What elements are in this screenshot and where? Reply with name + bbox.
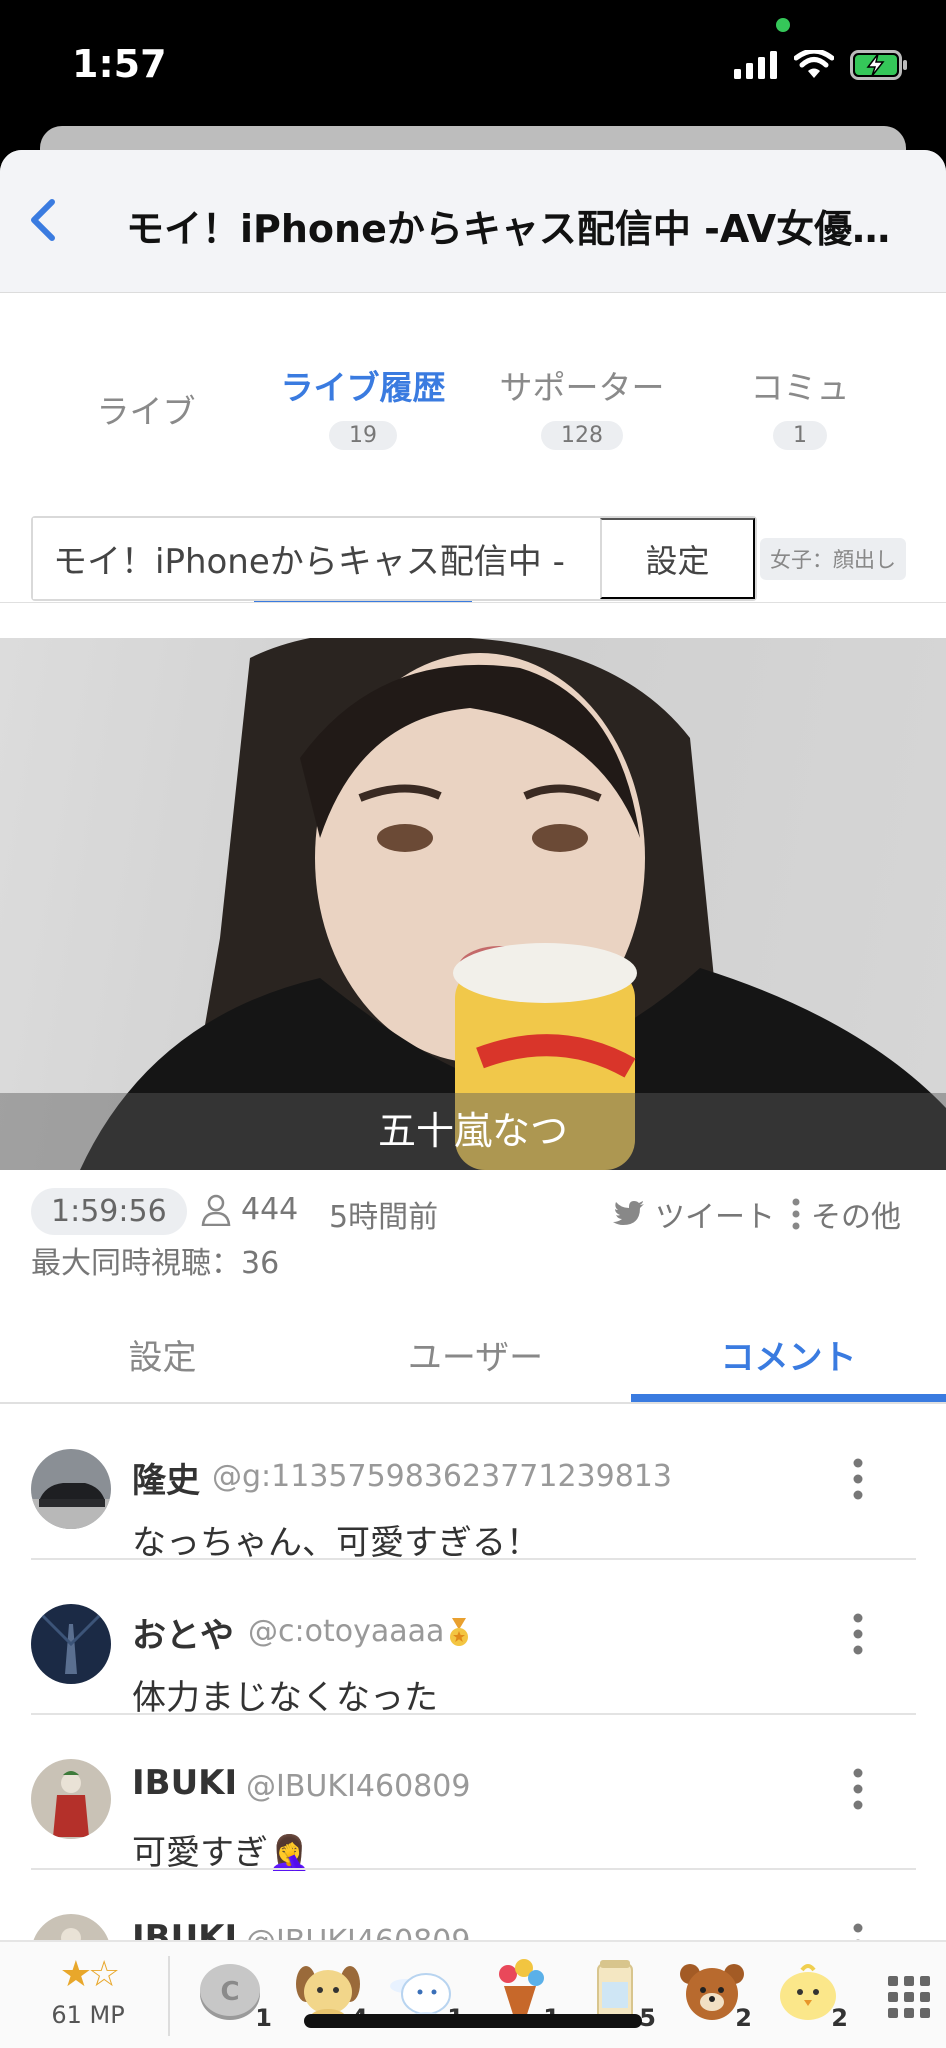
time-ago: 5時間前	[329, 1200, 439, 1235]
comment-item: おとや @c:otoyaaaa 体力まじなくなった	[0, 1560, 946, 1718]
back-chevron-icon[interactable]	[18, 190, 68, 250]
comment-author[interactable]: 隆史	[132, 1453, 200, 1502]
status-time: 1:57	[72, 42, 167, 86]
twitter-bird-icon	[613, 1201, 644, 1225]
vertical-dots-icon	[792, 1198, 800, 1230]
broadcast-title-row: 設定	[31, 516, 757, 601]
status-bar: 1:57	[0, 0, 946, 130]
comment-item: 隆史 @g:113575983623771239813 なっちゃん、可愛すぎる！	[0, 1405, 946, 1563]
comment-menu-icon[interactable]	[840, 1610, 876, 1660]
comment-text: なっちゃん、可愛すぎる！	[132, 1523, 540, 1563]
comment-handle: @IBUKI460809	[246, 1769, 471, 1804]
tab-live-history[interactable]: ライブ履歴 19	[253, 361, 473, 450]
tab-label: ライブ履歴	[280, 368, 446, 407]
tab-count-badge: 19	[329, 421, 397, 450]
nav-bar: モイ！iPhoneからキャス配信中 -AV女優…	[0, 150, 946, 293]
video-thumbnail[interactable]: 五十嵐なつ	[0, 638, 946, 1170]
comment-text: 体力まじなくなった	[132, 1678, 438, 1718]
home-indicator[interactable]	[304, 2014, 642, 2028]
divider	[0, 1402, 946, 1404]
comment-menu-icon[interactable]	[840, 1765, 876, 1815]
tab-label: コミュ	[750, 368, 850, 407]
broadcast-title-input[interactable]	[33, 518, 600, 599]
camera-indicator-icon	[776, 18, 790, 32]
comment-menu-icon[interactable]	[840, 1455, 876, 1505]
avatar[interactable]	[31, 1759, 111, 1839]
max-concurrent-viewers: 最大同時視聴：36	[31, 1246, 280, 1281]
subtab-active-indicator	[631, 1394, 946, 1402]
status-icons	[734, 50, 908, 80]
divider	[168, 1956, 170, 2036]
nav-title: モイ！iPhoneからキャス配信中 -AV女優…	[126, 207, 891, 251]
view-count: 444	[201, 1192, 298, 1227]
comment-handle: @c:otoyaaaa	[248, 1614, 445, 1649]
subtab-users[interactable]: ユーザー	[318, 1330, 633, 1379]
gift-count: 2	[735, 2004, 752, 2032]
tab-community[interactable]: コミュ 1	[690, 361, 910, 450]
more-label: その他	[811, 1200, 901, 1235]
mp-label: 61 MP	[51, 2001, 125, 2029]
gift-count: 2	[831, 2004, 848, 2032]
broadcast-history-sheet: モイ！iPhoneからキャス配信中 -AV女優… ライブ ライブ履歴 19 サポ…	[0, 150, 946, 2048]
gift-count: 1	[255, 2004, 272, 2032]
comment-author[interactable]: おとや	[132, 1608, 234, 1657]
tab-count-badge: 128	[541, 421, 623, 450]
wifi-icon	[794, 50, 834, 78]
duration-badge: 1:59:56	[31, 1188, 187, 1235]
person-icon	[201, 1194, 231, 1226]
view-count-value: 444	[241, 1192, 299, 1227]
gift-bar: ★☆ 61 MP C 1 4 1 1	[0, 1940, 946, 2048]
tab-supporters[interactable]: サポーター 128	[472, 361, 692, 450]
comment-item: IBUKI @IBUKI460809 可愛すぎ🤦‍♀️	[0, 1715, 946, 1873]
gift-bear[interactable]: 2	[676, 1956, 752, 2032]
comment-text: 可愛すぎ🤦‍♀️	[132, 1833, 311, 1873]
tab-label: ライブ	[96, 392, 196, 431]
car-avatar-image	[31, 1449, 111, 1529]
divider	[0, 602, 946, 603]
category-tag: 女子：顔出し	[760, 538, 906, 580]
mp-balance[interactable]: ★☆ 61 MP	[28, 1954, 148, 2029]
gift-coin[interactable]: C 1	[196, 1956, 272, 2032]
subtab-comments[interactable]: コメント	[631, 1330, 946, 1379]
svg-text:C: C	[220, 1977, 239, 2007]
avatar[interactable]	[31, 1604, 111, 1684]
tab-label: サポーター	[499, 368, 665, 407]
tab-count-badge: 1	[773, 421, 827, 450]
avatar[interactable]	[31, 1449, 111, 1529]
broadcast-meta: 1:59:56 444 5時間前 最大同時視聴：36 ツイート その他	[31, 1180, 916, 1281]
subtab-settings[interactable]: 設定	[5, 1330, 320, 1379]
broadcaster-image	[80, 638, 946, 1170]
video-caption: 五十嵐なつ	[0, 1093, 946, 1170]
figure-avatar-image	[31, 1604, 111, 1684]
tweet-label: ツイート	[655, 1200, 775, 1235]
tab-live[interactable]: ライブ	[36, 385, 256, 433]
more-button[interactable]: その他	[791, 1192, 901, 1236]
signal-icon	[734, 51, 777, 79]
star-rating-icon: ★☆	[59, 1954, 121, 1995]
gift-count: 5	[639, 2004, 656, 2032]
detail-subtabs: 設定 ユーザー コメント	[0, 1330, 946, 1405]
gift-chick[interactable]: 2	[772, 1956, 848, 2032]
tweet-button[interactable]: ツイート	[613, 1192, 775, 1236]
more-gifts-grid-icon[interactable]	[888, 1976, 930, 2018]
battery-charging-icon	[850, 50, 907, 80]
joker-avatar-image	[31, 1759, 111, 1839]
medal-icon	[450, 1618, 468, 1646]
comment-handle: @g:113575983623771239813	[212, 1459, 672, 1494]
comment-author[interactable]: IBUKI	[132, 1763, 237, 1803]
set-title-button[interactable]: 設定	[600, 518, 755, 599]
